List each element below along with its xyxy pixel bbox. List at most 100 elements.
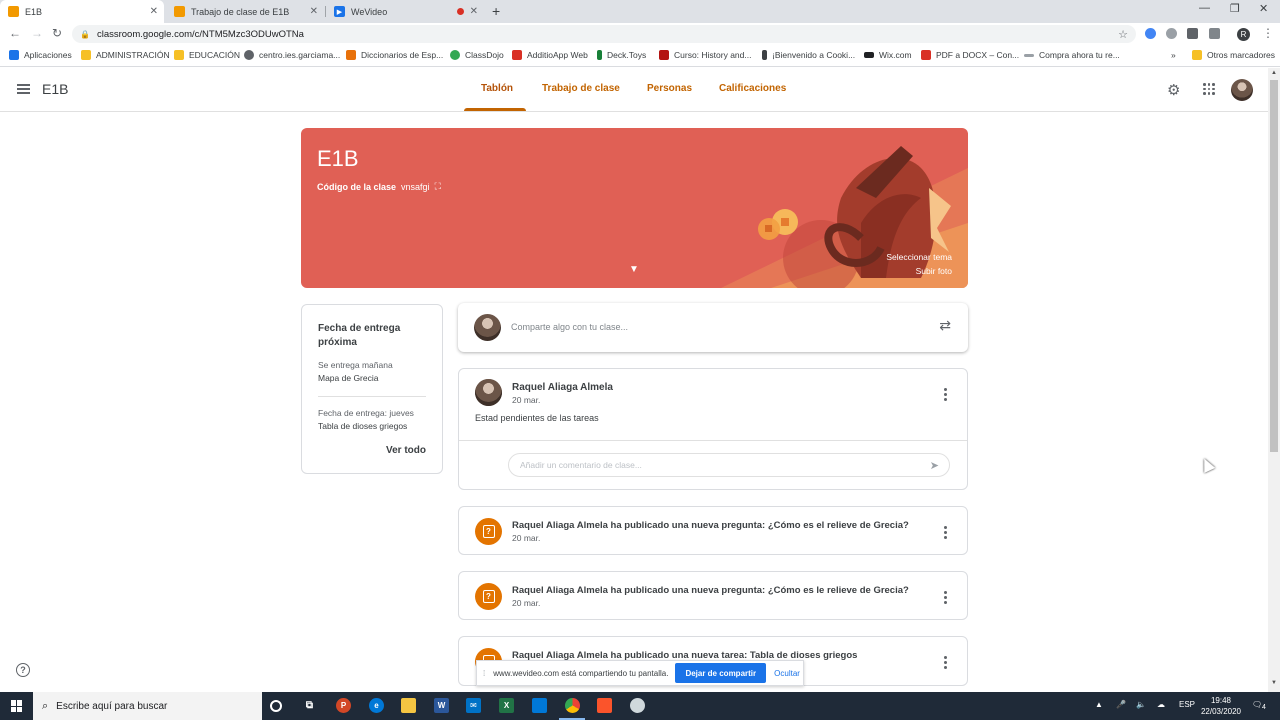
bookmark-decktoys[interactable]: Deck.Toys: [597, 50, 646, 60]
onedrive-icon[interactable]: ☁: [1157, 700, 1165, 709]
help-icon[interactable]: ?: [16, 663, 30, 677]
bookmark-additio[interactable]: AdditioApp Web: [512, 50, 588, 60]
more-options-icon[interactable]: [943, 388, 947, 403]
settings-gear-icon[interactable]: ⚙: [1167, 81, 1180, 99]
tab-personas[interactable]: Personas: [647, 83, 692, 94]
excel-icon[interactable]: X: [499, 698, 514, 713]
extension-icon[interactable]: [1209, 28, 1220, 39]
more-options-icon[interactable]: [943, 591, 947, 606]
activity-card[interactable]: ? Raquel Aliaga Almela ha publicado una …: [458, 506, 968, 555]
task-view-icon[interactable]: ⧉: [302, 698, 317, 713]
send-icon[interactable]: ➤: [930, 459, 939, 472]
hide-button[interactable]: Ocultar: [774, 669, 800, 678]
bookmark-label: Aplicaciones: [24, 50, 72, 60]
chrome-menu-icon[interactable]: ⋮: [1262, 26, 1274, 40]
restore-icon[interactable]: ❐: [1230, 2, 1240, 15]
select-theme-link[interactable]: Seleccionar tema: [886, 252, 952, 262]
more-options-icon[interactable]: [943, 526, 947, 541]
tab-tablon[interactable]: Tablón: [481, 83, 513, 94]
reload-icon[interactable]: ↻: [52, 26, 62, 40]
volume-icon[interactable]: 🔈: [1136, 700, 1146, 709]
new-tab-icon[interactable]: +: [492, 3, 500, 19]
bookmark-pdf[interactable]: PDF a DOCX – Con...: [921, 50, 1019, 60]
more-options-icon[interactable]: [943, 656, 947, 671]
extension-icon[interactable]: [1145, 28, 1156, 39]
page-scrollbar[interactable]: ▲ ▼: [1268, 68, 1280, 692]
taskbar-clock[interactable]: 19:48 22/03/2020: [1200, 695, 1242, 717]
view-all-button[interactable]: Ver todo: [386, 445, 426, 456]
repost-icon[interactable]: ⇄: [939, 317, 951, 334]
bookmark-aplicaciones[interactable]: Aplicaciones: [9, 50, 72, 60]
powerpoint-icon[interactable]: P: [336, 698, 351, 713]
google-apps-icon[interactable]: [1203, 83, 1215, 95]
browser-toolbar: ← → ↻ 🔒 classroom.google.com/c/NTM5Mzc3O…: [0, 23, 1280, 45]
bookmark-curso[interactable]: Curso: History and...: [659, 50, 751, 60]
forward-icon[interactable]: →: [31, 26, 43, 40]
back-icon[interactable]: ←: [9, 26, 21, 40]
edge-icon[interactable]: e: [369, 698, 384, 713]
comment-input[interactable]: Añadir un comentario de clase... ➤: [508, 453, 950, 477]
scroll-down-icon[interactable]: ▼: [1271, 680, 1277, 686]
browser-tab-trabajo[interactable]: Trabajo de clase de E1B ✕: [166, 0, 324, 23]
close-tab-icon[interactable]: ✕: [310, 6, 318, 17]
bookmark-diccionarios[interactable]: Diccionarios de Esp...: [346, 50, 443, 60]
cast-icon[interactable]: [1187, 28, 1198, 39]
hamburger-menu-icon[interactable]: [17, 84, 30, 94]
windows-taskbar: ⌕ Escribe aquí para buscar ⧉ P e W ✉ X ▲…: [0, 692, 1280, 720]
taskbar-search[interactable]: ⌕ Escribe aquí para buscar: [33, 692, 262, 720]
close-tab-icon[interactable]: ✕: [470, 6, 478, 17]
bookmark-otros[interactable]: Otros marcadores: [1192, 50, 1275, 60]
bookmark-centro[interactable]: centro.ies.garciama...: [244, 50, 340, 60]
classroom-favicon-icon: [174, 6, 185, 17]
share-placeholder[interactable]: Comparte algo con tu clase...: [511, 322, 628, 332]
activity-card[interactable]: ? Raquel Aliaga Almela ha publicado una …: [458, 571, 968, 620]
bookmark-classdojo[interactable]: ClassDojo: [450, 50, 504, 60]
extension-icon[interactable]: [1166, 28, 1177, 39]
tab-trabajo-de-clase[interactable]: Trabajo de clase: [542, 83, 620, 94]
fullscreen-icon[interactable]: ⛶: [435, 181, 441, 192]
upload-photo-link[interactable]: Subir foto: [916, 266, 952, 276]
browser-tab-e1b[interactable]: E1B ✕: [0, 0, 164, 23]
tab-calificaciones[interactable]: Calificaciones: [719, 83, 786, 94]
minimize-icon[interactable]: —: [1199, 2, 1210, 14]
bookmark-administracion[interactable]: ADMINISTRACIÓN: [81, 50, 170, 60]
microphone-icon[interactable]: 🎤: [1116, 700, 1126, 709]
notifications-icon[interactable]: 🗨: [1252, 700, 1262, 709]
store-icon[interactable]: [532, 698, 547, 713]
bookmark-wix[interactable]: Wix.com: [864, 50, 912, 60]
windows-start-icon[interactable]: [11, 700, 23, 712]
class-title[interactable]: E1B: [42, 81, 68, 97]
more-bookmarks-icon[interactable]: »: [1171, 50, 1176, 60]
upcoming-item-tabla[interactable]: Tabla de dioses griegos: [318, 421, 407, 431]
chevron-down-icon[interactable]: ▼: [629, 264, 639, 275]
bookmark-label: Diccionarios de Esp...: [361, 50, 444, 60]
mail-icon[interactable]: ✉: [466, 698, 481, 713]
bookmark-cookies[interactable]: ¡Bienvenido a Cooki...: [762, 50, 855, 60]
bookmark-star-icon[interactable]: ☆: [1118, 28, 1128, 41]
close-window-icon[interactable]: ✕: [1259, 2, 1268, 15]
chrome-icon[interactable]: [565, 698, 580, 713]
account-avatar[interactable]: [1231, 79, 1253, 101]
bookmark-compra[interactable]: Compra ahora tu re...: [1024, 50, 1120, 60]
stop-sharing-button[interactable]: Dejar de compartir: [675, 663, 767, 683]
scroll-up-icon[interactable]: ▲: [1271, 70, 1277, 76]
share-box[interactable]: Comparte algo con tu clase... ⇄: [458, 303, 968, 352]
drag-handle-icon[interactable]: ⁞: [483, 669, 485, 678]
scrollbar-thumb[interactable]: [1270, 80, 1278, 452]
word-icon[interactable]: W: [434, 698, 449, 713]
upcoming-item-mapa[interactable]: Mapa de Grecia: [318, 373, 378, 383]
address-bar[interactable]: 🔒 classroom.google.com/c/NTM5Mzc3ODUwOTN…: [72, 25, 1136, 43]
brave-icon[interactable]: [597, 698, 612, 713]
input-language[interactable]: ESP: [1179, 700, 1195, 709]
bookmarks-bar: Aplicaciones ADMINISTRACIÓN EDUCACIÓN ce…: [0, 45, 1280, 67]
close-tab-icon[interactable]: ✕: [150, 6, 158, 17]
bookmark-educacion[interactable]: EDUCACIÓN: [174, 50, 240, 60]
file-explorer-icon[interactable]: [401, 698, 416, 713]
tray-expand-icon[interactable]: ▲: [1095, 700, 1103, 709]
browser-tab-title: WeVideo: [351, 6, 388, 17]
classroom-favicon-icon: [8, 6, 19, 17]
profile-avatar-icon[interactable]: R: [1237, 28, 1250, 41]
app-icon[interactable]: [630, 698, 645, 713]
browser-tab-wevideo[interactable]: ▶ WeVideo ✕: [326, 0, 484, 23]
cortana-icon[interactable]: [270, 700, 282, 712]
